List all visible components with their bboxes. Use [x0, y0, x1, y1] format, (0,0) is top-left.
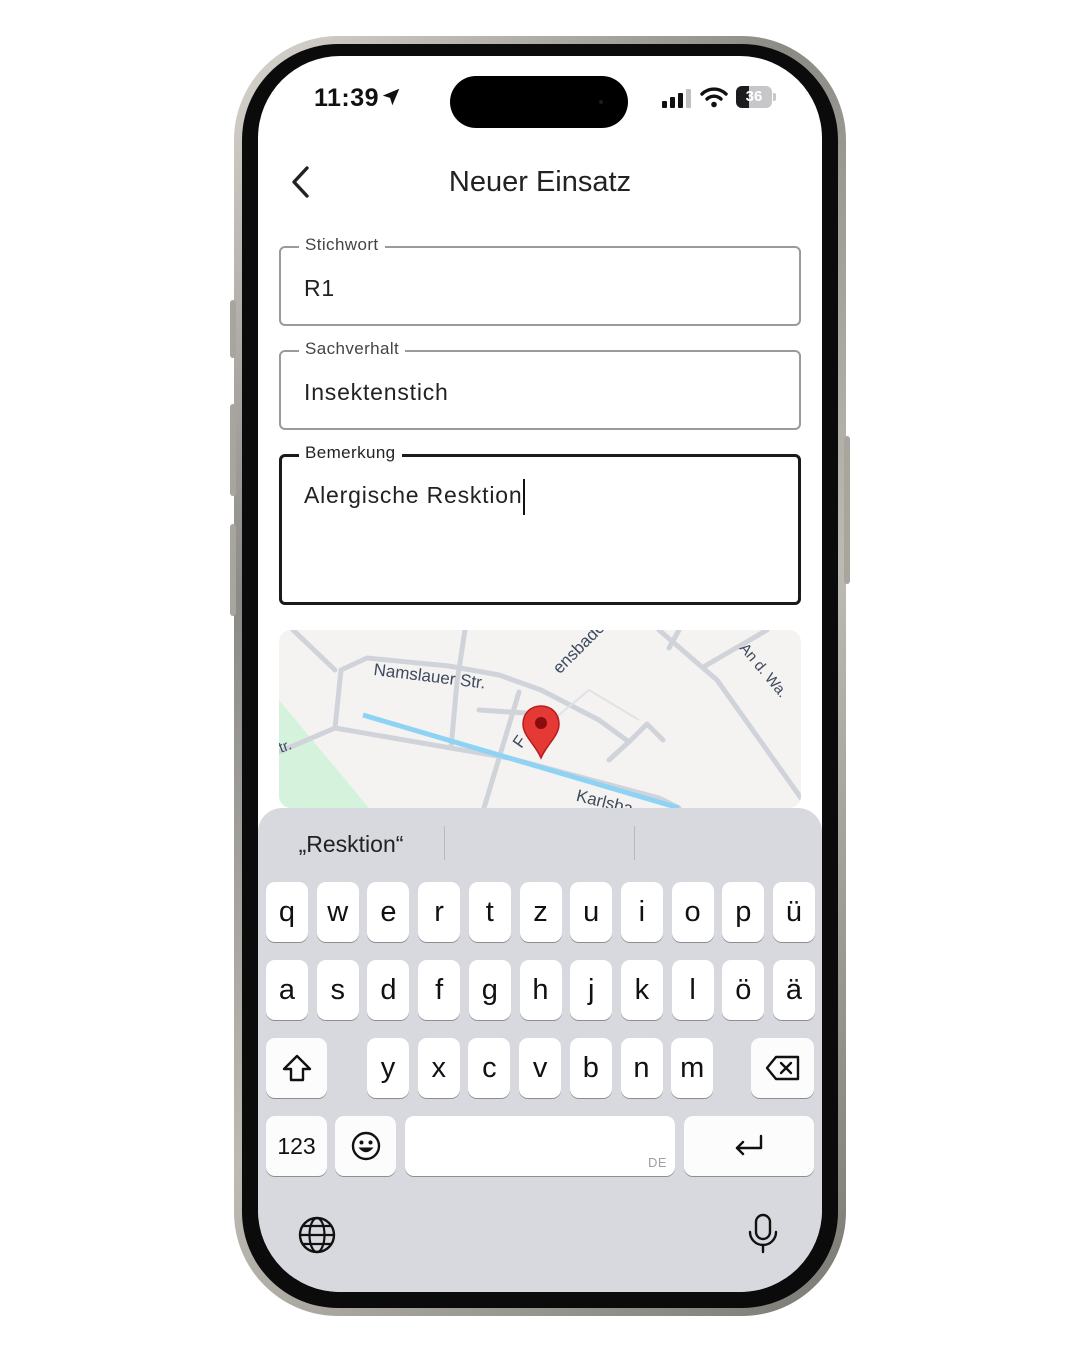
return-icon — [735, 1134, 763, 1156]
key-m[interactable]: m — [671, 1038, 714, 1098]
key-h[interactable]: h — [519, 960, 562, 1020]
keyboard: „Resktion“ qwertzuiopü asdfghjklöä yxcvb… — [258, 808, 822, 1292]
key-c[interactable]: c — [468, 1038, 511, 1098]
key-z[interactable]: z — [519, 882, 562, 942]
map-park-area — [279, 700, 369, 808]
location-map[interactable]: Namslauer Str. F ensbader Str. tr. An d.… — [279, 630, 801, 808]
location-arrow-icon — [382, 88, 400, 106]
key-b[interactable]: b — [569, 1038, 612, 1098]
key-y[interactable]: y — [367, 1038, 409, 1098]
key-ü[interactable]: ü — [773, 882, 815, 942]
map-pin-icon[interactable] — [521, 704, 561, 760]
key-w[interactable]: w — [316, 882, 359, 942]
key-p[interactable]: p — [722, 882, 765, 942]
volume-up-button — [230, 404, 236, 496]
microphone-icon[interactable] — [742, 1212, 784, 1254]
emoji-icon — [351, 1131, 380, 1161]
key-n[interactable]: n — [620, 1038, 663, 1098]
key-u[interactable]: u — [570, 882, 613, 942]
sachverhalt-label: Sachverhalt — [299, 339, 406, 359]
key-l[interactable]: l — [671, 960, 714, 1020]
action-button — [230, 300, 236, 358]
key-q[interactable]: q — [266, 882, 308, 942]
key-ä[interactable]: ä — [773, 960, 815, 1020]
suggestion-divider-1 — [444, 826, 445, 860]
key-r[interactable]: r — [418, 882, 461, 942]
key-g[interactable]: g — [468, 960, 511, 1020]
shift-icon — [282, 1054, 311, 1082]
power-button — [844, 436, 850, 584]
status-time: 11:39 — [314, 84, 380, 112]
key-ö[interactable]: ö — [722, 960, 765, 1020]
space-key[interactable]: DE — [405, 1116, 675, 1176]
stichwort-label: Stichwort — [299, 235, 385, 255]
volume-down-button — [230, 524, 236, 616]
suggestion-divider-2 — [634, 826, 635, 860]
wifi-icon — [700, 87, 728, 108]
key-a[interactable]: a — [266, 960, 308, 1020]
key-x[interactable]: x — [417, 1038, 460, 1098]
battery-body: 36 — [736, 86, 772, 108]
bemerkung-text: Alergische Resktion — [304, 482, 523, 509]
backspace-key[interactable] — [751, 1038, 814, 1098]
suggestion-2[interactable] — [454, 826, 630, 862]
sachverhalt-field[interactable]: Sachverhalt Insektenstich — [279, 339, 801, 430]
space-language-hint: DE — [647, 1155, 667, 1170]
bemerkung-field[interactable]: Bemerkung Alergische Resktion — [279, 443, 801, 605]
text-caret — [523, 479, 526, 515]
key-t[interactable]: t — [468, 882, 511, 942]
key-k[interactable]: k — [620, 960, 663, 1020]
shift-key[interactable] — [266, 1038, 327, 1098]
globe-icon[interactable] — [296, 1214, 338, 1256]
stichwort-field[interactable]: Stichwort R1 — [279, 235, 801, 326]
return-key[interactable] — [684, 1116, 814, 1176]
sachverhalt-value: Insektenstich — [304, 379, 449, 405]
suggestion-1[interactable]: „Resktion“ — [272, 826, 430, 862]
battery-tip — [773, 93, 776, 101]
key-d[interactable]: d — [367, 960, 410, 1020]
camera-dot — [599, 100, 603, 104]
backspace-icon — [765, 1055, 799, 1081]
emoji-key[interactable] — [335, 1116, 396, 1176]
suggestion-3[interactable] — [644, 826, 810, 862]
phone-screen: 11:39 36 Neuer Einsatz Stichwort R1 Sach… — [258, 56, 822, 1292]
key-s[interactable]: s — [316, 960, 359, 1020]
numbers-key[interactable]: 123 — [266, 1116, 327, 1176]
key-i[interactable]: i — [620, 882, 663, 942]
cellular-signal-icon — [662, 89, 691, 108]
bemerkung-label: Bemerkung — [299, 443, 402, 463]
key-j[interactable]: j — [570, 960, 613, 1020]
battery-icon: 36 — [736, 86, 776, 108]
battery-percent: 36 — [745, 88, 763, 105]
key-v[interactable]: v — [519, 1038, 562, 1098]
page-title: Neuer Einsatz — [448, 166, 632, 198]
bemerkung-value: Alergische Resktion — [304, 479, 526, 515]
key-f[interactable]: f — [418, 960, 461, 1020]
key-e[interactable]: e — [367, 882, 410, 942]
key-o[interactable]: o — [671, 882, 714, 942]
stichwort-value: R1 — [304, 275, 336, 301]
